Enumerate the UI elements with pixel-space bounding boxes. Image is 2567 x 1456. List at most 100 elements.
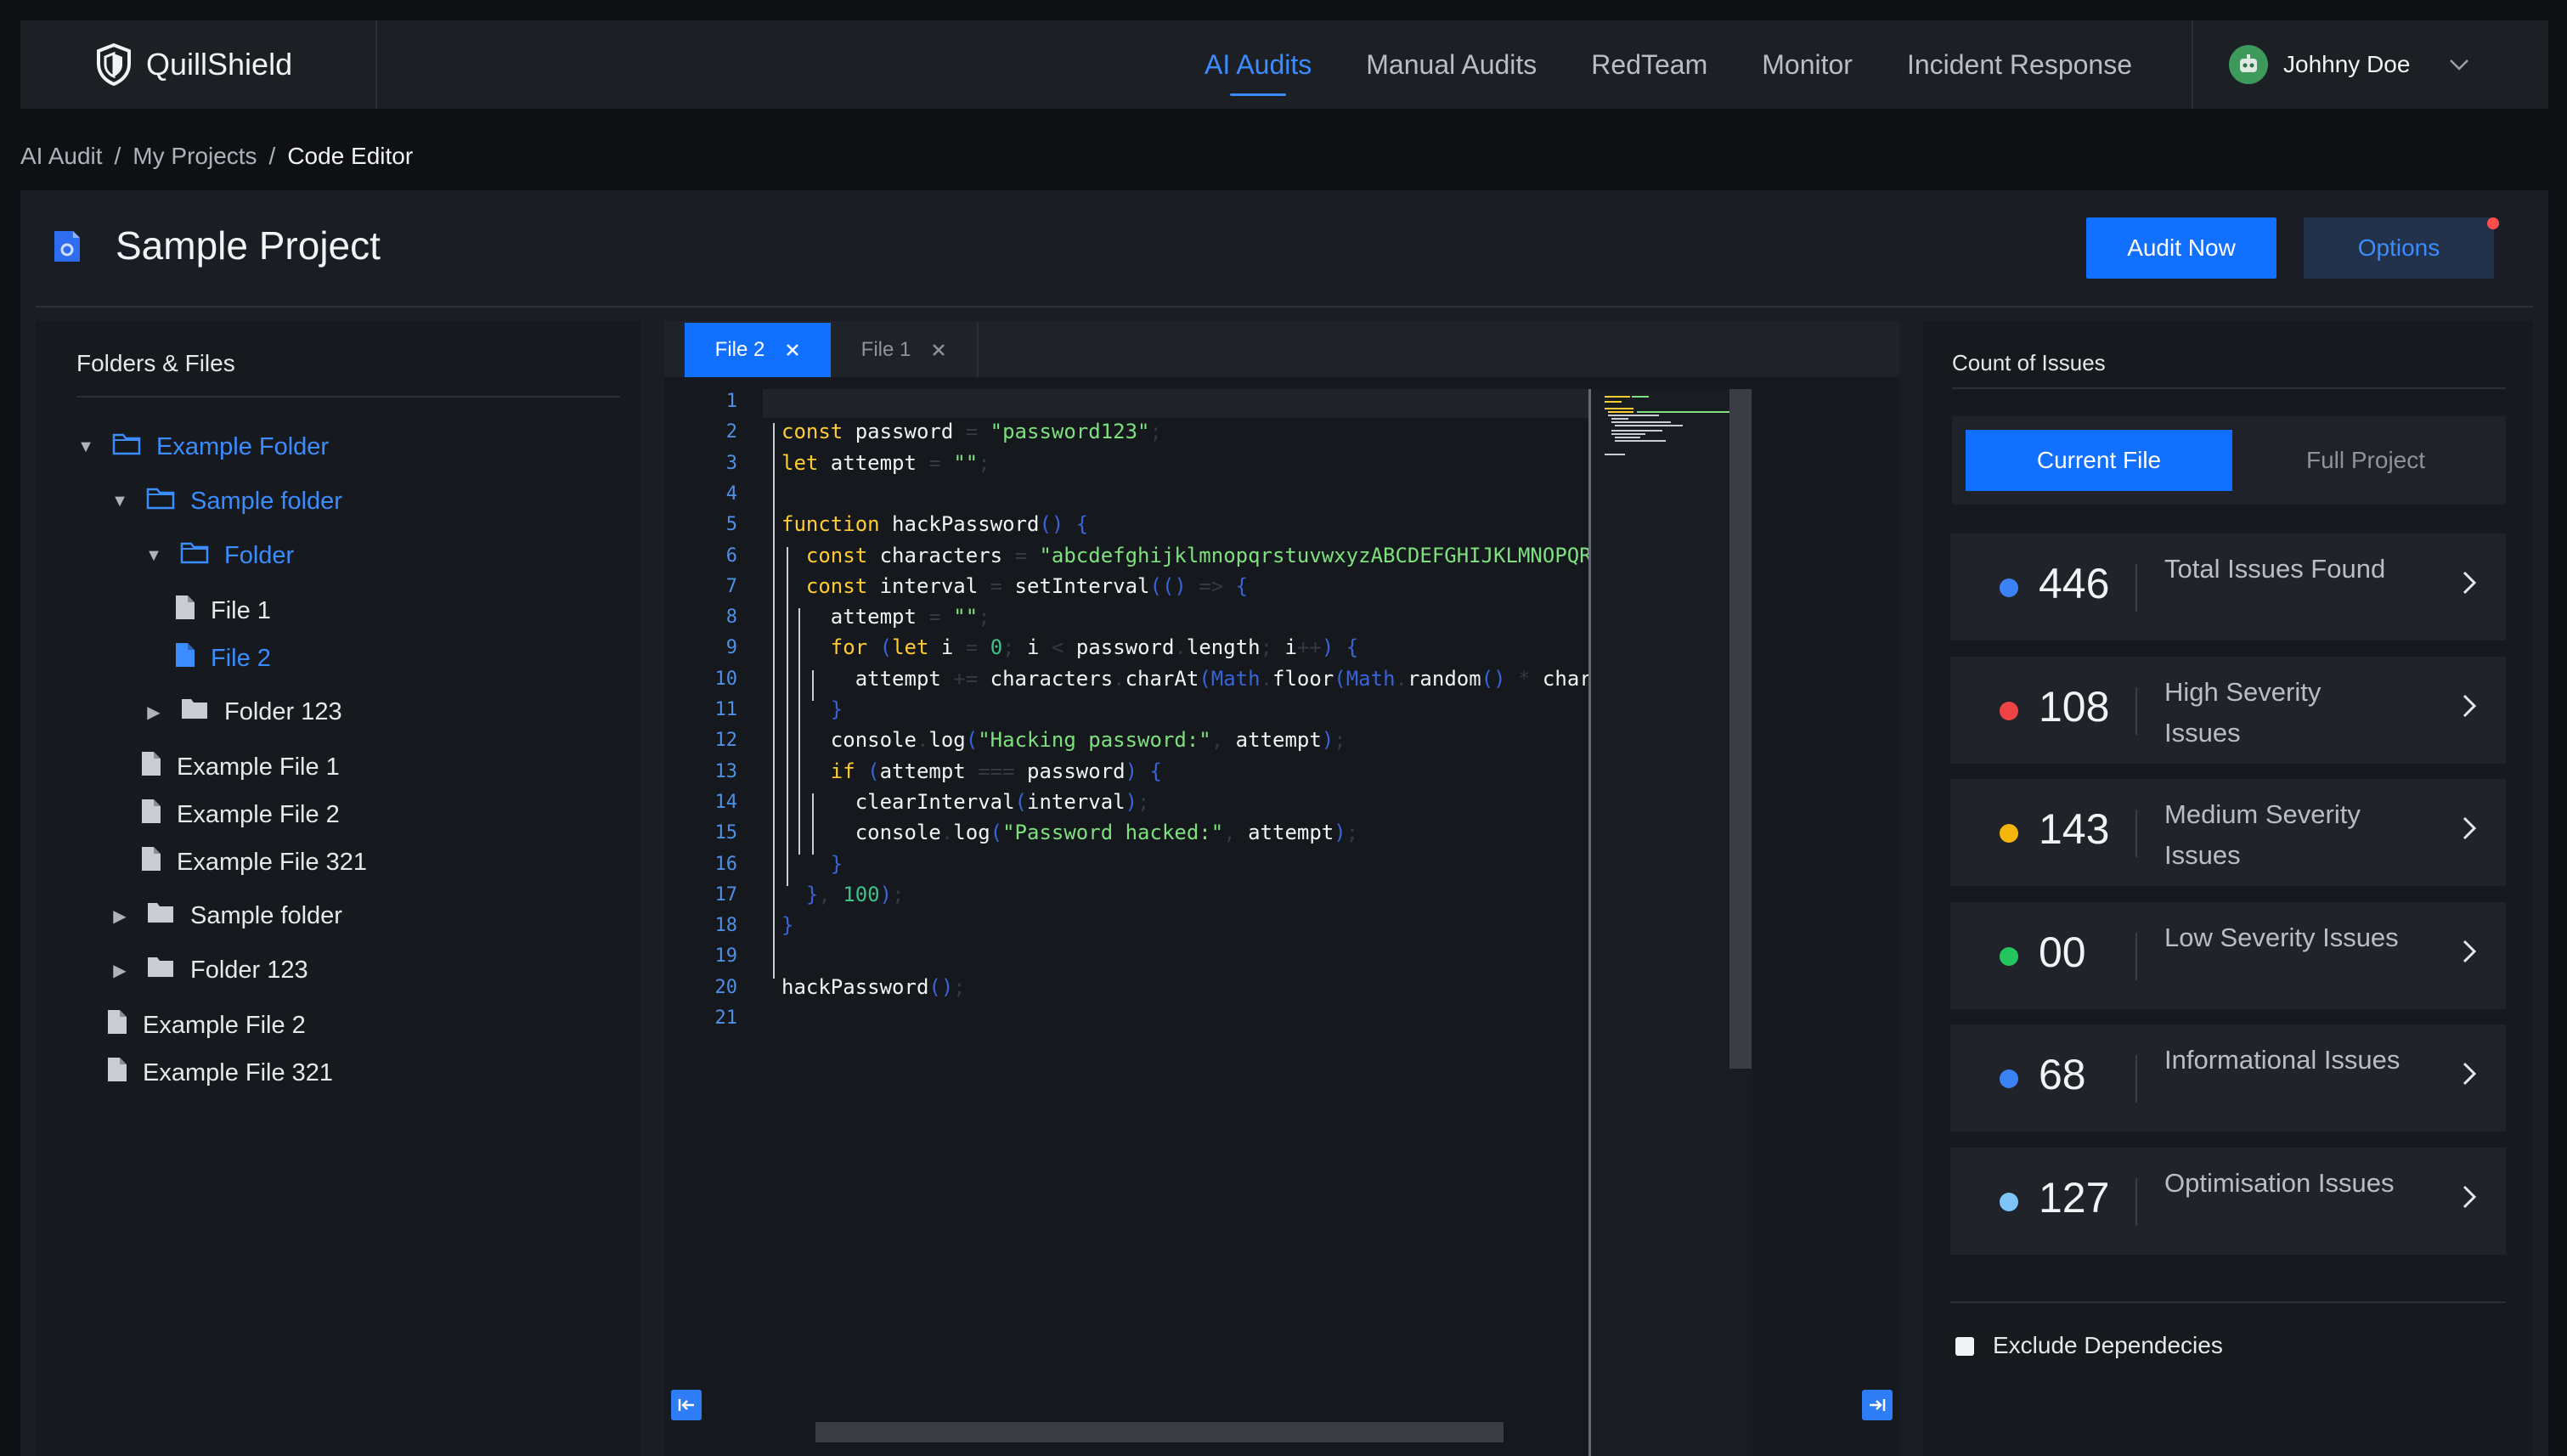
current-file-toggle[interactable]: Current File: [1966, 430, 2232, 491]
issue-card[interactable]: 446 Total Issues Found: [1950, 533, 2506, 641]
code-line[interactable]: let attempt = "";: [781, 451, 990, 475]
tree-file-item[interactable]: File 1: [175, 595, 271, 627]
tree-file-item[interactable]: Example File 321: [107, 1057, 333, 1089]
chevron-right-icon[interactable]: [2462, 566, 2477, 604]
folder-icon: [146, 955, 175, 985]
tab-file-1[interactable]: File 1: [831, 323, 979, 377]
nav-ai-audits[interactable]: AI Audits: [1205, 49, 1312, 81]
file-icon: [175, 595, 195, 627]
options-button[interactable]: Options: [2304, 217, 2494, 279]
tab-file-2[interactable]: File 2: [685, 323, 831, 377]
user-menu[interactable]: Johhny Doe: [2192, 20, 2548, 109]
line-number: 11: [714, 699, 738, 720]
vertical-scrollbar[interactable]: [1729, 389, 1752, 1069]
nav-monitor[interactable]: Monitor: [1762, 49, 1853, 81]
breadcrumb-ai-audit[interactable]: AI Audit: [20, 143, 103, 169]
brand-logo[interactable]: QuillShield: [20, 20, 377, 109]
chevron-right-icon[interactable]: [2462, 689, 2477, 727]
breadcrumb-my-projects[interactable]: My Projects: [133, 143, 257, 169]
line-number: 3: [725, 452, 737, 474]
code-line[interactable]: console.log("Hacking password:", attempt…: [781, 728, 1346, 752]
chevron-right-icon[interactable]: [2462, 811, 2477, 849]
code-line[interactable]: const password = "password123";: [781, 420, 1162, 443]
file-icon: [141, 799, 161, 831]
horizontal-scrollbar[interactable]: [815, 1422, 1504, 1442]
file-icon: [107, 1057, 127, 1089]
code-line[interactable]: const characters = "abcdefghijklmnopqrst…: [781, 544, 1672, 567]
indent-guide: [773, 423, 775, 979]
code-line[interactable]: }, 100);: [781, 883, 905, 906]
caret-down-icon[interactable]: ▼: [76, 437, 95, 457]
editor-tabs: File 2 File 1: [664, 321, 1899, 377]
tree-folder-item[interactable]: ▼ Sample folder: [110, 486, 342, 516]
full-project-toggle[interactable]: Full Project: [2232, 430, 2499, 491]
issue-card[interactable]: 108 High Severity Issues: [1950, 656, 2506, 764]
line-number: 5: [725, 514, 737, 536]
chevron-right-icon[interactable]: [2462, 934, 2477, 973]
tree-folder-item[interactable]: ▶ Sample folder: [110, 900, 342, 931]
caret-right-icon[interactable]: ▶: [110, 906, 129, 927]
tree-file-item[interactable]: Example File 2: [141, 799, 340, 831]
tree-file-item[interactable]: Example File 321: [141, 846, 367, 878]
collapse-right-icon[interactable]: [1862, 1390, 1893, 1420]
line-number: 9: [725, 637, 737, 659]
notification-dot: [2487, 217, 2499, 229]
code-area[interactable]: 1 2 3 4 5 6 7 8 9 10 11 12 13 14 15 16 17 18 19 20 21 const …: [685, 389, 1752, 1456]
code-line[interactable]: for (let i = 0; i < password.length; i++…: [781, 635, 1358, 659]
issue-count: 108: [2039, 682, 2110, 731]
folder-open-icon: [112, 432, 141, 462]
close-icon[interactable]: [785, 342, 800, 358]
close-icon[interactable]: [931, 342, 946, 358]
chevron-right-icon[interactable]: [2462, 1057, 2477, 1095]
code-content[interactable]: const password = "password123"; let attem…: [763, 389, 1672, 1456]
divider: [1950, 1301, 2506, 1303]
code-line[interactable]: attempt += characters.charAt(Math.floor(…: [781, 667, 1672, 691]
code-line[interactable]: }: [781, 913, 793, 937]
divider: [2135, 1177, 2137, 1226]
audit-now-button[interactable]: Audit Now: [2086, 217, 2276, 279]
code-minimap[interactable]: [1588, 389, 1752, 1456]
file-icon: [141, 846, 161, 878]
exclude-dependencies-checkbox[interactable]: [1955, 1337, 1974, 1356]
collapse-left-icon[interactable]: [671, 1390, 702, 1420]
caret-right-icon[interactable]: ▶: [110, 960, 129, 981]
chevron-right-icon[interactable]: [2462, 1180, 2477, 1218]
tree-item-label: Example File 321: [177, 848, 368, 876]
issue-card[interactable]: 127 Optimisation Issues: [1950, 1147, 2506, 1255]
line-number: 15: [714, 822, 738, 844]
code-editor: File 2 File 1 1 2 3 4 5 6 7 8 9 10 11 12 13 14 15 16 17 1…: [664, 321, 1899, 1456]
divider: [1952, 387, 2506, 389]
tree-file-item[interactable]: File 2: [175, 642, 271, 674]
code-line[interactable]: clearInterval(interval);: [781, 790, 1150, 814]
chevron-down-icon[interactable]: [2449, 54, 2469, 76]
code-line[interactable]: attempt = "";: [781, 605, 990, 629]
caret-right-icon[interactable]: ▶: [144, 702, 163, 723]
code-line[interactable]: hackPassword();: [781, 975, 966, 999]
indent-guide: [787, 546, 788, 886]
code-line[interactable]: console.log("Password hacked:", attempt)…: [781, 821, 1358, 844]
caret-down-icon[interactable]: ▼: [110, 492, 129, 511]
nav-redteam[interactable]: RedTeam: [1591, 49, 1707, 81]
code-line[interactable]: function hackPassword() {: [781, 512, 1088, 536]
line-number: 13: [714, 760, 738, 782]
tree-folder-item[interactable]: ▶ Folder 123: [144, 697, 341, 727]
issue-card[interactable]: 68 Informational Issues: [1950, 1024, 2506, 1132]
issue-card[interactable]: 00 Low Severity Issues: [1950, 901, 2506, 1009]
issue-card[interactable]: 143 Medium Severity Issues: [1950, 779, 2506, 886]
tree-folder-item[interactable]: ▼ Folder: [144, 540, 294, 571]
tree-folder-item[interactable]: ▶ Folder 123: [110, 955, 307, 985]
tree-file-item[interactable]: Example File 1: [141, 751, 340, 783]
code-line[interactable]: if (attempt === password) {: [781, 759, 1162, 783]
files-panel: Folders & Files ▼ Example Folder ▼ Sample f…: [36, 321, 640, 1456]
indent-guide: [812, 669, 814, 701]
tree-file-item[interactable]: Example File 2: [107, 1009, 306, 1041]
nav-manual-audits[interactable]: Manual Audits: [1366, 49, 1537, 81]
caret-down-icon[interactable]: ▼: [144, 546, 163, 566]
breadcrumb-code-editor: Code Editor: [287, 143, 414, 169]
tree-item-label: Example File 2: [177, 800, 340, 828]
code-line[interactable]: const interval = setInterval(() => {: [781, 574, 1248, 598]
code-line[interactable]: }: [781, 852, 843, 876]
tree-folder-item[interactable]: ▼ Example Folder: [76, 432, 329, 462]
code-line[interactable]: }: [781, 697, 843, 721]
nav-incident-response[interactable]: Incident Response: [1907, 49, 2132, 81]
